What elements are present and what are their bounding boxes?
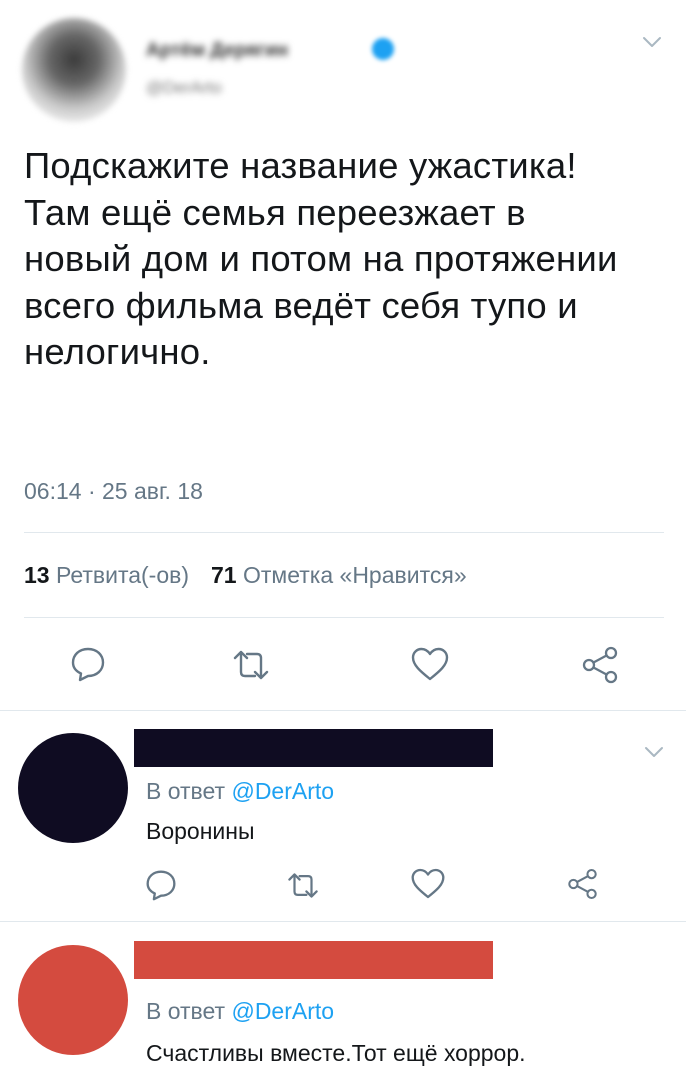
reply-text: Счастливы вместе.Тот ещё хоррор. [146, 1040, 526, 1066]
retweet-icon[interactable] [286, 871, 320, 900]
chevron-down-icon[interactable] [642, 36, 662, 48]
reply-author-name-redacted[interactable] [134, 941, 493, 979]
reply-to-prefix: В ответ [146, 778, 226, 804]
likes-count[interactable]: 71 [211, 562, 237, 588]
divider [0, 921, 686, 922]
reply-icon[interactable] [70, 646, 106, 682]
author-avatar[interactable] [22, 18, 126, 122]
verified-badge-icon [372, 38, 394, 60]
reply-to-prefix: В ответ [146, 998, 226, 1024]
author-name[interactable]: Артём Дерягин [146, 40, 366, 62]
reply-to-mention[interactable]: @DerArto [231, 998, 334, 1024]
reply-to-label: В ответ @DerArto [146, 778, 334, 805]
reply-avatar[interactable] [18, 733, 128, 843]
reply-author-name-redacted[interactable] [134, 729, 493, 767]
author-handle[interactable]: @DerArto [146, 78, 222, 98]
divider [24, 532, 664, 533]
reply-text: Воронины [146, 818, 255, 844]
reply-to-label: В ответ @DerArto [146, 998, 334, 1025]
retweets-count[interactable]: 13 [24, 562, 50, 588]
divider [0, 710, 686, 711]
divider [24, 617, 664, 618]
engagement-stats: 13 Ретвита(-ов) 71 Отметка «Нравится» [24, 562, 467, 589]
tweet-timestamp: 06:14 · 25 авг. 18 [24, 478, 203, 504]
retweet-icon[interactable] [231, 648, 271, 682]
share-icon[interactable] [566, 868, 599, 900]
reply-to-mention[interactable]: @DerArto [231, 778, 334, 804]
likes-label[interactable]: Отметка «Нравится» [243, 562, 467, 588]
heart-icon[interactable] [410, 867, 446, 900]
share-icon[interactable] [580, 646, 620, 684]
retweets-label[interactable]: Ретвита(-ов) [56, 562, 189, 588]
tweet-text: Подскажите название ужастика! Там ещё се… [24, 145, 618, 372]
heart-icon[interactable] [410, 646, 450, 682]
reply-icon[interactable] [145, 869, 177, 901]
chevron-down-icon[interactable] [644, 746, 664, 758]
reply-avatar[interactable] [18, 945, 128, 1055]
